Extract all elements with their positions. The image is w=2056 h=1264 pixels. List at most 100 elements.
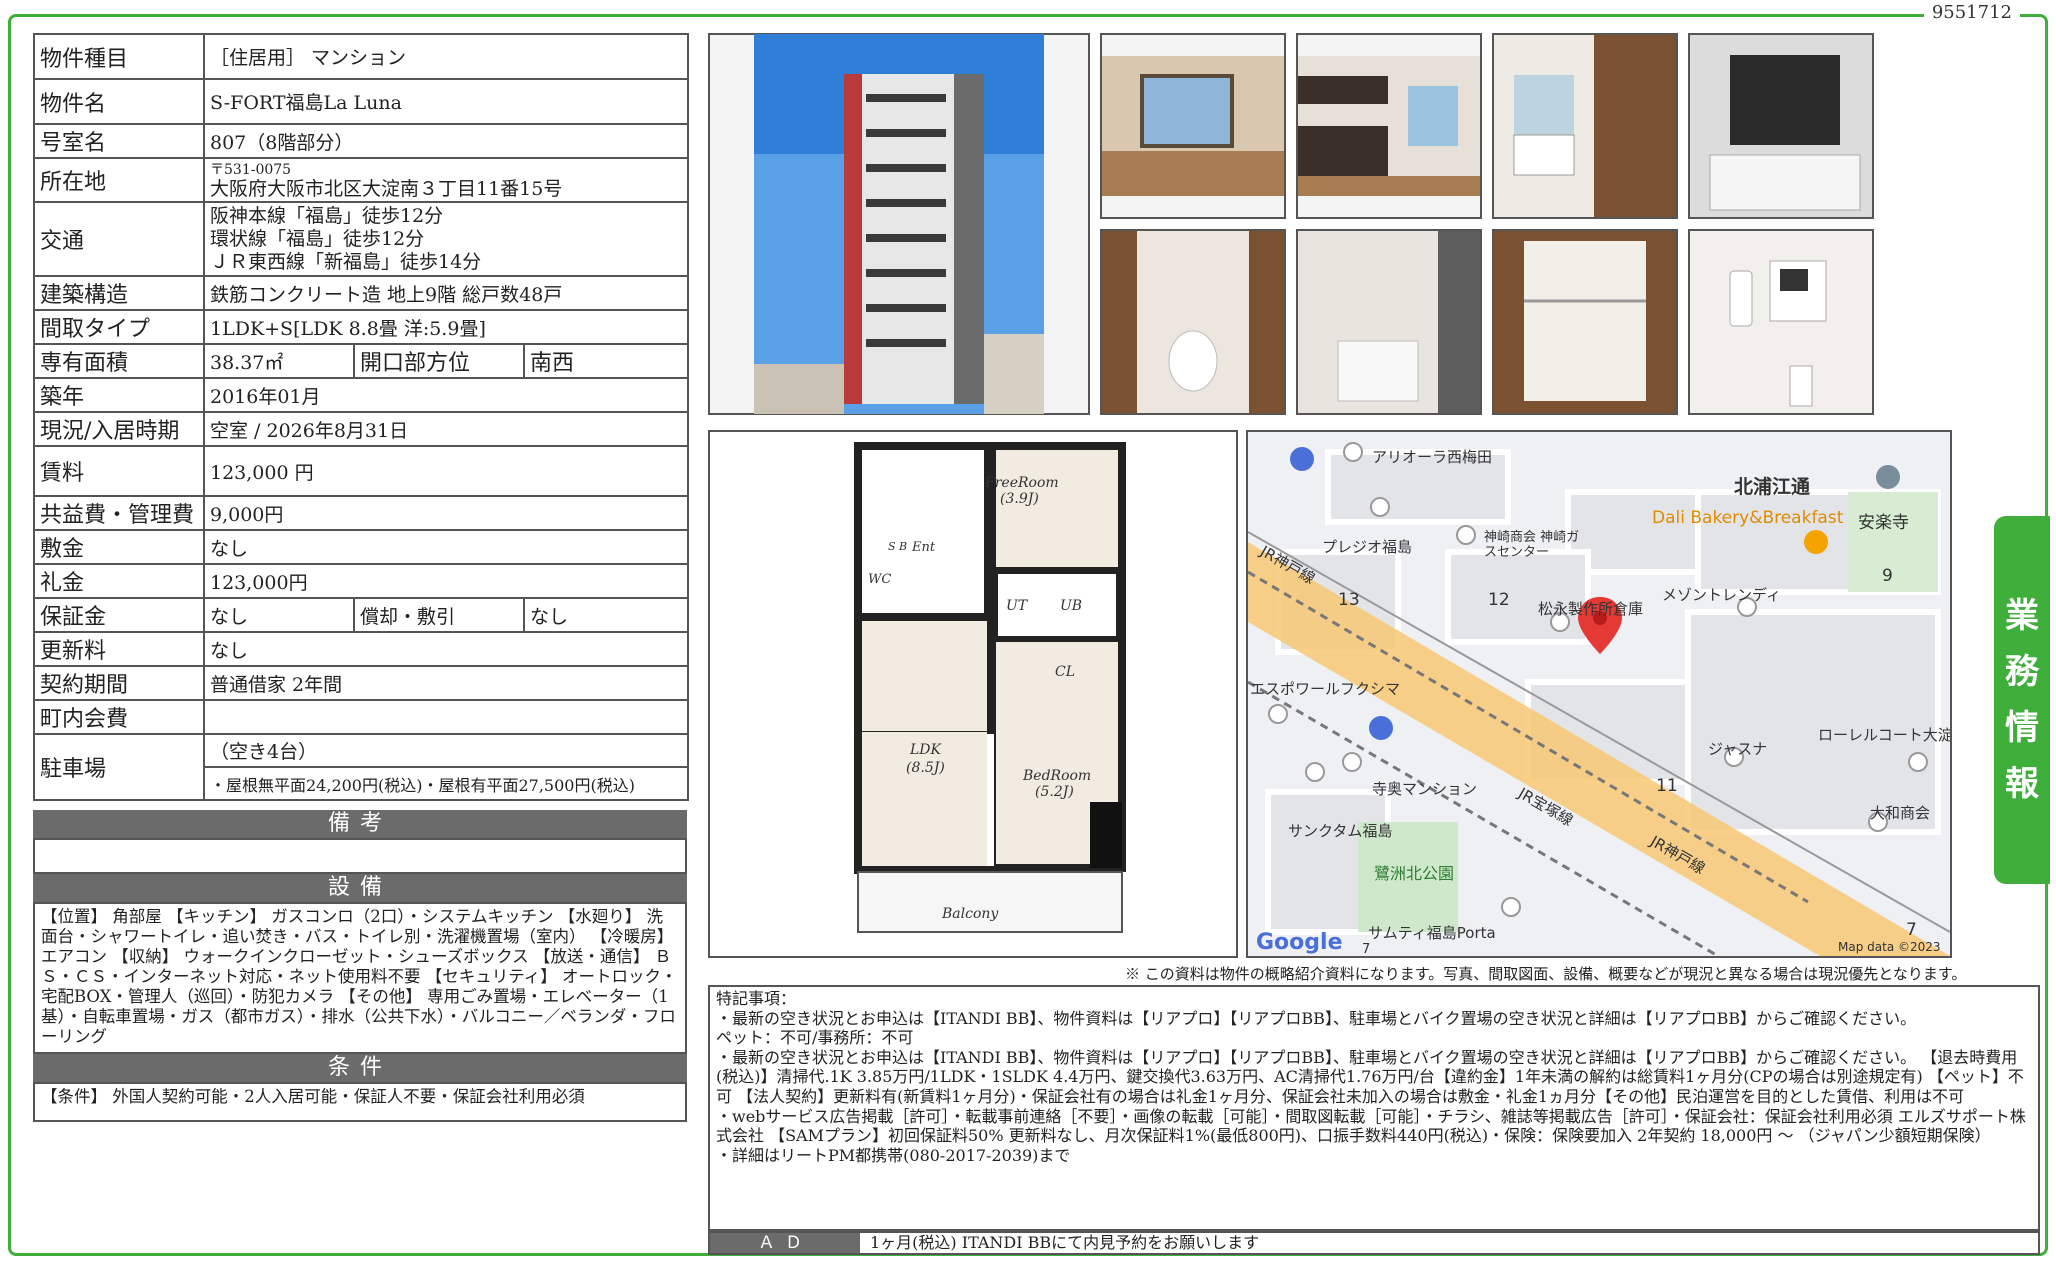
amortization-label: 償却・敷引	[353, 597, 525, 633]
ad-bar: ＡＤ 1ヶ月(税込) ITANDI BBにて内見予約をお願いします	[708, 1231, 2040, 1255]
room-interior-image	[1102, 56, 1284, 196]
access-line: 阪神本線「福島」徒歩12分	[210, 204, 444, 227]
closet-image	[1494, 231, 1676, 413]
parking-label: 駐車場	[33, 733, 205, 801]
toilet-photo[interactable]	[1100, 229, 1286, 415]
layout-value: 1LDK+S[LDK 8.8畳 洋:5.9畳]	[202, 309, 690, 345]
term-label: 契約期間	[33, 665, 205, 701]
rent-value: 123,000 円	[202, 445, 690, 497]
direction-label: 開口部方位	[353, 343, 525, 379]
type-value: ［住居用］ マンション	[202, 33, 690, 80]
wc-label: WC	[868, 572, 892, 587]
google-logo: Google	[1256, 930, 1343, 955]
name-label: 物件名	[33, 78, 205, 125]
bathroom-image	[1690, 35, 1872, 217]
map-label: 寺奥マンション	[1372, 780, 1478, 798]
block-number: 12	[1488, 590, 1510, 610]
map-label: ローレルコート大淀	[1818, 726, 1952, 744]
ub-label: UB	[1060, 598, 1083, 614]
map-label: 大和商会	[1870, 804, 1931, 822]
toilet-image	[1102, 231, 1284, 413]
side-tab-char: 業	[2005, 596, 2039, 636]
status-value: 空室 / 2026年8月31日	[202, 411, 690, 447]
laundry-photo[interactable]	[1296, 229, 1482, 415]
built-value: 2016年01月	[202, 377, 690, 413]
key-money-value: 123,000円	[202, 563, 690, 599]
ldk-label: LDK	[910, 742, 941, 758]
map-label: プレジオ福島	[1322, 538, 1413, 556]
renewal-value: なし	[202, 631, 690, 667]
entrance-label: Ent	[912, 540, 936, 555]
building-illustration	[754, 34, 1044, 414]
map-label: Dali Bakery&Breakfast	[1652, 508, 1844, 528]
business-info-tab[interactable]: 業 務 情 報	[1994, 516, 2050, 884]
kitchen-image	[1298, 56, 1480, 196]
fee-value: 9,000円	[202, 495, 690, 531]
block-number: 7	[1906, 920, 1917, 940]
deposit-label: 敷金	[33, 529, 205, 565]
area-label: 専有面積	[33, 343, 205, 379]
bedroom-size: (5.2J)	[1035, 784, 1074, 800]
remarks-line: 特記事項：	[716, 989, 797, 1008]
deposit-value: なし	[202, 529, 690, 565]
side-tab-char: 情	[2005, 708, 2039, 748]
remarks-line: ペット：不可/事務所：不可	[716, 1028, 914, 1048]
room-label: 号室名	[33, 123, 205, 159]
access-line: 環状線「福島」徒歩12分	[210, 227, 425, 250]
closet-label: CL	[1055, 664, 1076, 680]
map-label: ジャスナ	[1708, 740, 1768, 758]
floor-plan-drawing	[854, 442, 1126, 933]
building-exterior-photo[interactable]	[708, 33, 1090, 415]
closet-photo[interactable]	[1492, 229, 1678, 415]
parking-availability: （空き4台）	[202, 733, 690, 768]
room-photo[interactable]	[1100, 33, 1286, 219]
direction-value: 南西	[522, 343, 690, 379]
map-label: サムティ福島Porta	[1368, 924, 1496, 942]
map-label: エスポワールフクシマ	[1250, 680, 1401, 698]
washroom-photo[interactable]	[1492, 33, 1678, 219]
equipment-text: 【位置】 角部屋 【キッチン】 ガスコンロ（2口）・システムキッチン 【水廻り】…	[33, 902, 687, 1054]
remarks-box	[33, 838, 687, 874]
name-value: S-FORT福島La Luna	[202, 78, 690, 125]
kitchen-photo[interactable]	[1296, 33, 1482, 219]
document-id: 9551712	[1923, 2, 2020, 23]
bathroom-photo[interactable]	[1688, 33, 1874, 219]
remarks-line: ・最新の空き状況とお申込は【ITANDI BB】、物件資料は【リアプロ】【リアプ…	[716, 1047, 2024, 1106]
washroom-image	[1494, 35, 1676, 217]
area-value: 38.37㎡	[203, 343, 355, 379]
intercom-image	[1690, 231, 1872, 413]
floor-plan[interactable]: FreeRoom (3.9J) S B Ent WC UT UB CL LDK …	[708, 430, 1238, 958]
built-label: 築年	[33, 377, 205, 413]
map-label: 神崎商会 神崎ガスセンター	[1484, 530, 1580, 560]
town-fee-value	[202, 699, 690, 735]
term-value: 普通借家 2年間	[202, 665, 690, 701]
location-map[interactable]: アリオーラ西梅田 北浦江通 Dali Bakery&Breakfast 安楽寺 …	[1246, 430, 1952, 958]
ldk-size: (8.5J)	[906, 760, 945, 776]
access-line: ＪＲ東西線「新福島」徒歩14分	[210, 250, 482, 273]
remarks-line: ・webサービス広告掲載［許可］・転載事前連絡［不要］・画像の転載［可能］・間取…	[716, 1106, 2026, 1146]
remarks-line: ・最新の空き状況とお申込は【ITANDI BB】、物件資料は【リアプロ】【リアプ…	[716, 1008, 1917, 1028]
amortization-value: なし	[522, 597, 690, 633]
equipment-header: 設備	[33, 874, 687, 902]
guarantee-label: 保証金	[33, 597, 205, 633]
structure-label: 建築構造	[33, 275, 205, 311]
type-label: 物件種目	[33, 33, 205, 80]
intercom-photo[interactable]	[1688, 229, 1874, 415]
map-label: 松永製作所倉庫	[1538, 600, 1644, 618]
block-number: 7	[1362, 942, 1371, 957]
laundry-space-image	[1298, 231, 1480, 413]
block-number: 9	[1882, 566, 1893, 586]
conditions-text: 【条件】 外国人契約可能・2人入居可能・保証人不要・保証会社利用必須	[33, 1082, 687, 1122]
special-remarks: 特記事項： ・最新の空き状況とお申込は【ITANDI BB】、物件資料は【リアプ…	[708, 985, 2040, 1231]
map-label: アリオーラ西梅田	[1372, 448, 1493, 466]
address-label: 所在地	[33, 157, 205, 203]
balcony-label: Balcony	[942, 906, 999, 922]
shoe-box-label: S B	[888, 540, 908, 553]
room-value: 807（8階部分）	[202, 123, 690, 159]
conditions-header: 条件	[33, 1054, 687, 1082]
remarks-line: ・詳細はリートPM都携帯(080-2017-2039)まで	[716, 1145, 1071, 1165]
map-label: 安楽寺	[1858, 513, 1909, 533]
property-info-table: 物件種目 ［住居用］ マンション 物件名 S-FORT福島La Luna 号室名 80…	[33, 33, 690, 801]
status-label: 現況/入居時期	[33, 411, 205, 447]
ad-text: 1ヶ月(税込) ITANDI BBにて内見予約をお願いします	[870, 1233, 1260, 1252]
